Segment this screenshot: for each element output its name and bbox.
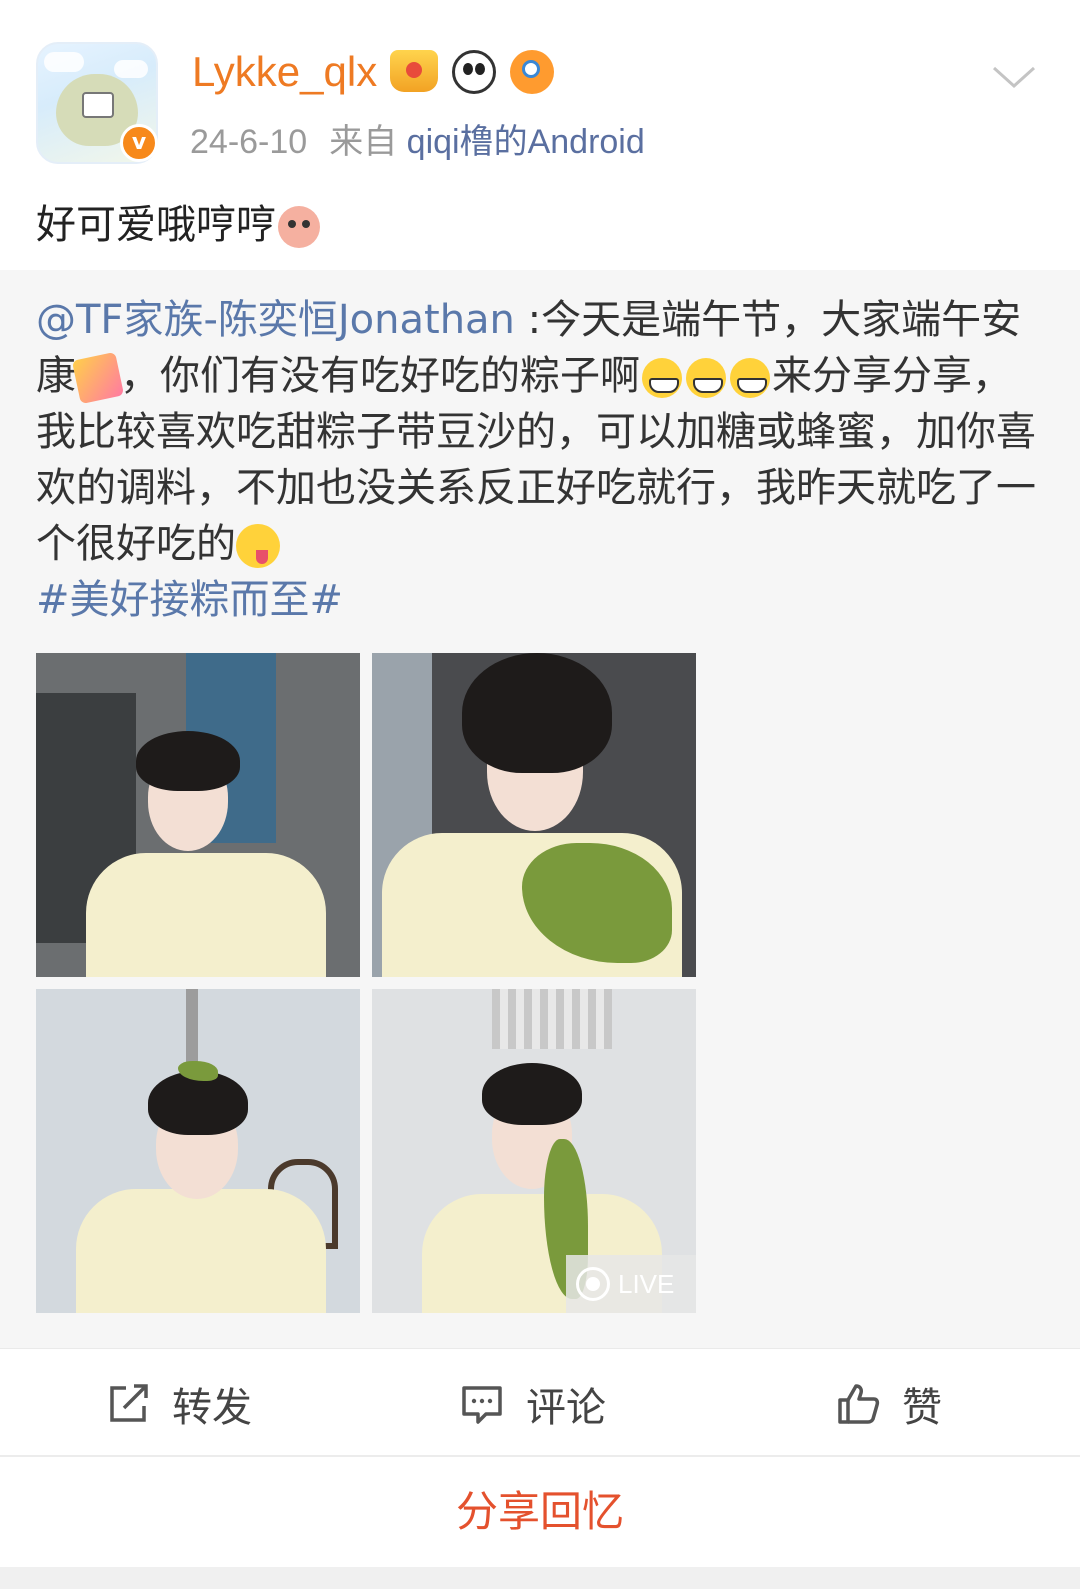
avatar-face bbox=[82, 92, 114, 118]
photo-3[interactable] bbox=[36, 989, 360, 1313]
shirt bbox=[86, 853, 326, 977]
grin-emoji-icon bbox=[686, 358, 726, 398]
post-date: 24-6-10 bbox=[190, 123, 308, 161]
comment-label: 评论 bbox=[526, 1385, 606, 1431]
username[interactable]: Lykke_qlx bbox=[192, 48, 377, 96]
repost-button[interactable]: 转发 bbox=[104, 1375, 252, 1433]
live-label: LIVE bbox=[618, 1268, 675, 1299]
bottom-strip bbox=[0, 1567, 1080, 1589]
background-grille bbox=[492, 989, 612, 1049]
comment-icon bbox=[462, 1386, 502, 1424]
repost-card[interactable]: @TF家族-陈奕恒Jonathan :今天是端午节，大家端午安康 ，你们有没有吃好… bbox=[0, 270, 1080, 1348]
live-icon bbox=[576, 1267, 610, 1301]
party-popper-icon bbox=[71, 351, 125, 405]
hair bbox=[136, 731, 240, 791]
thumbs-up-icon bbox=[838, 1384, 880, 1424]
user-badges bbox=[390, 50, 554, 94]
fish-badge-icon[interactable] bbox=[510, 50, 554, 94]
cute-emoji-icon bbox=[278, 206, 320, 248]
photo-1[interactable] bbox=[36, 653, 360, 977]
crown-badge-icon[interactable] bbox=[390, 50, 438, 92]
post-text-body: 好可爱哦哼哼 bbox=[36, 202, 276, 248]
post-meta: 24-6-10 来自 qiqi橹的Android bbox=[190, 114, 645, 163]
post-header: v Lykke_qlx 24-6-10 来自 qiqi橹的Android 好可爱哦… bbox=[0, 0, 1080, 270]
hair bbox=[462, 653, 612, 773]
avatar-cloud bbox=[114, 60, 148, 78]
source-prefix: 来自 bbox=[329, 123, 398, 161]
avatar-cloud bbox=[44, 52, 84, 72]
repost-text-part: ，你们有没有吃好吃的粽子啊 bbox=[120, 353, 640, 399]
photo-grid: LIVE bbox=[36, 653, 696, 1313]
share-icon bbox=[110, 1384, 148, 1422]
hashtag-link[interactable]: #美好接粽而至# bbox=[36, 572, 1036, 628]
share-memory-button[interactable]: 分享回忆 bbox=[0, 1457, 1080, 1567]
repost-label: 转发 bbox=[172, 1385, 252, 1431]
panda-badge-icon[interactable] bbox=[452, 50, 496, 94]
repost-text: @TF家族-陈奕恒Jonathan :今天是端午节，大家端午安康 ，你们有没有吃好… bbox=[36, 292, 1036, 628]
live-badge[interactable]: LIVE bbox=[566, 1255, 696, 1313]
like-button[interactable]: 赞 bbox=[834, 1375, 942, 1433]
yum-emoji-icon bbox=[236, 524, 280, 568]
hair bbox=[482, 1063, 582, 1125]
chevron-down-icon[interactable] bbox=[992, 56, 1036, 100]
comment-button[interactable]: 评论 bbox=[458, 1375, 606, 1433]
action-bar: 转发 评论 赞 bbox=[0, 1349, 1080, 1455]
photo-2[interactable] bbox=[372, 653, 696, 977]
verified-icon: v bbox=[120, 124, 158, 162]
photo-4[interactable]: LIVE bbox=[372, 989, 696, 1313]
grin-emoji-icon bbox=[730, 358, 770, 398]
like-label: 赞 bbox=[902, 1385, 942, 1431]
grin-emoji-icon bbox=[642, 358, 682, 398]
shirt bbox=[76, 1189, 326, 1313]
post-source[interactable]: qiqi橹的Android bbox=[407, 123, 645, 161]
mention-link[interactable]: @TF家族-陈奕恒Jonathan bbox=[36, 297, 515, 343]
post-text: 好可爱哦哼哼 bbox=[36, 192, 320, 250]
